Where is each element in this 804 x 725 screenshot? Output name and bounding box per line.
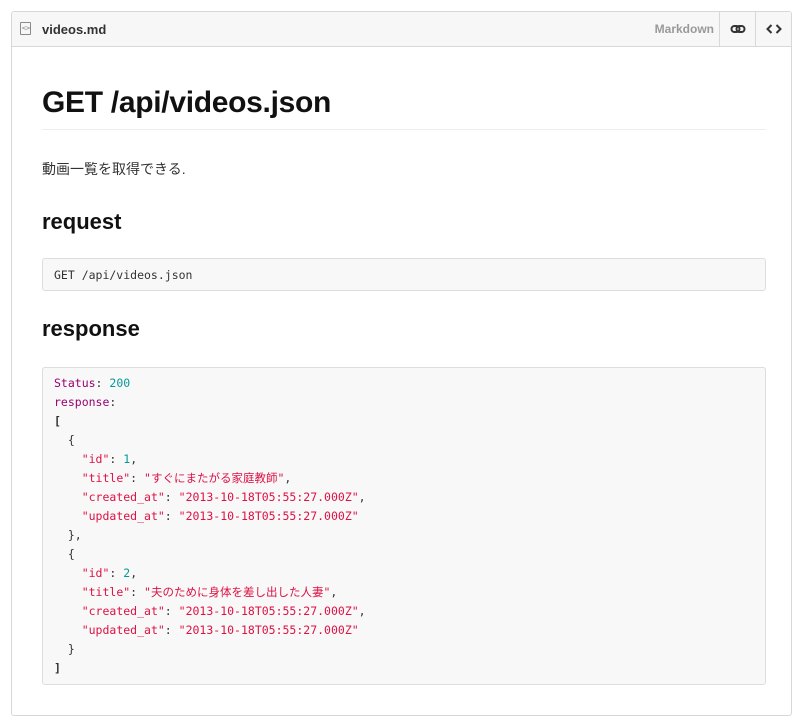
- close-brace: },: [67, 528, 82, 542]
- json-key: "updated_at": [81, 509, 165, 523]
- close-brace: }: [67, 642, 75, 656]
- view-source-button[interactable]: [755, 12, 791, 46]
- response-key: response: [54, 395, 110, 409]
- code-line: Status: 200: [54, 376, 131, 390]
- json-key: "title": [81, 471, 131, 485]
- code-line: }: [54, 640, 754, 659]
- json-key: "created_at": [81, 604, 165, 618]
- permalink-button[interactable]: [719, 12, 755, 46]
- title-divider: [42, 129, 766, 130]
- code-icon: [766, 24, 782, 34]
- response-code-block: Status: 200 response: [ { "id": 1, "title"…: [42, 367, 766, 685]
- code-line: },: [54, 526, 754, 545]
- json-string: "2013-10-18T05:55:27.000Z": [178, 604, 359, 618]
- file-viewer: <> videos.md Markdown GET /api/videos.js…: [11, 11, 792, 716]
- json-key: "updated_at": [81, 623, 165, 637]
- request-heading: request: [42, 209, 122, 234]
- response-heading: response: [42, 316, 140, 341]
- code-line: response:: [54, 395, 117, 409]
- file-name: videos.md: [42, 22, 107, 37]
- json-string: "2013-10-18T05:55:27.000Z": [178, 509, 359, 523]
- json-string: "夫のために身体を差し出した人妻": [144, 585, 331, 599]
- file-type-label: Markdown: [654, 22, 714, 36]
- code-line: "id": 2,: [81, 566, 138, 580]
- status-key: Status: [54, 376, 96, 390]
- code-line: "title": "すぐにまたがる家庭教師",: [81, 471, 292, 485]
- open-brace: {: [67, 433, 75, 447]
- code-line: "updated_at": "2013-10-18T05:55:27.000Z": [81, 509, 359, 523]
- status-value: 200: [109, 376, 131, 390]
- code-line: {: [54, 431, 754, 450]
- json-string: "すぐにまたがる家庭教師": [144, 471, 285, 485]
- close-bracket: ]: [54, 661, 61, 675]
- open-bracket: [: [54, 414, 61, 428]
- code-line: ]: [54, 659, 754, 678]
- json-key: "id": [81, 566, 110, 580]
- json-string: "2013-10-18T05:55:27.000Z": [178, 623, 359, 637]
- json-key: "title": [81, 585, 131, 599]
- code-line: "created_at": "2013-10-18T05:55:27.000Z"…: [81, 604, 366, 618]
- code-line: "created_at": "2013-10-18T05:55:27.000Z"…: [81, 490, 366, 504]
- description-text: 動画一覧を取得できる.: [42, 161, 186, 177]
- code-line: {: [54, 545, 754, 564]
- request-code-block: GET /api/videos.json: [42, 258, 766, 291]
- file-code-icon: <>: [20, 22, 31, 35]
- open-brace: {: [67, 547, 75, 561]
- code-line: "id": 1,: [81, 452, 138, 466]
- json-key: "id": [81, 452, 110, 466]
- request-code: GET /api/videos.json: [54, 268, 193, 282]
- json-string: "2013-10-18T05:55:27.000Z": [178, 490, 359, 504]
- json-key: "created_at": [81, 490, 165, 504]
- code-line: "title": "夫のために身体を差し出した人妻",: [81, 585, 338, 599]
- code-line: "updated_at": "2013-10-18T05:55:27.000Z": [81, 623, 359, 637]
- link-icon: [730, 25, 746, 33]
- page-title: GET /api/videos.json: [42, 86, 332, 119]
- file-header: <> videos.md Markdown: [12, 12, 791, 47]
- code-line: [: [54, 412, 754, 431]
